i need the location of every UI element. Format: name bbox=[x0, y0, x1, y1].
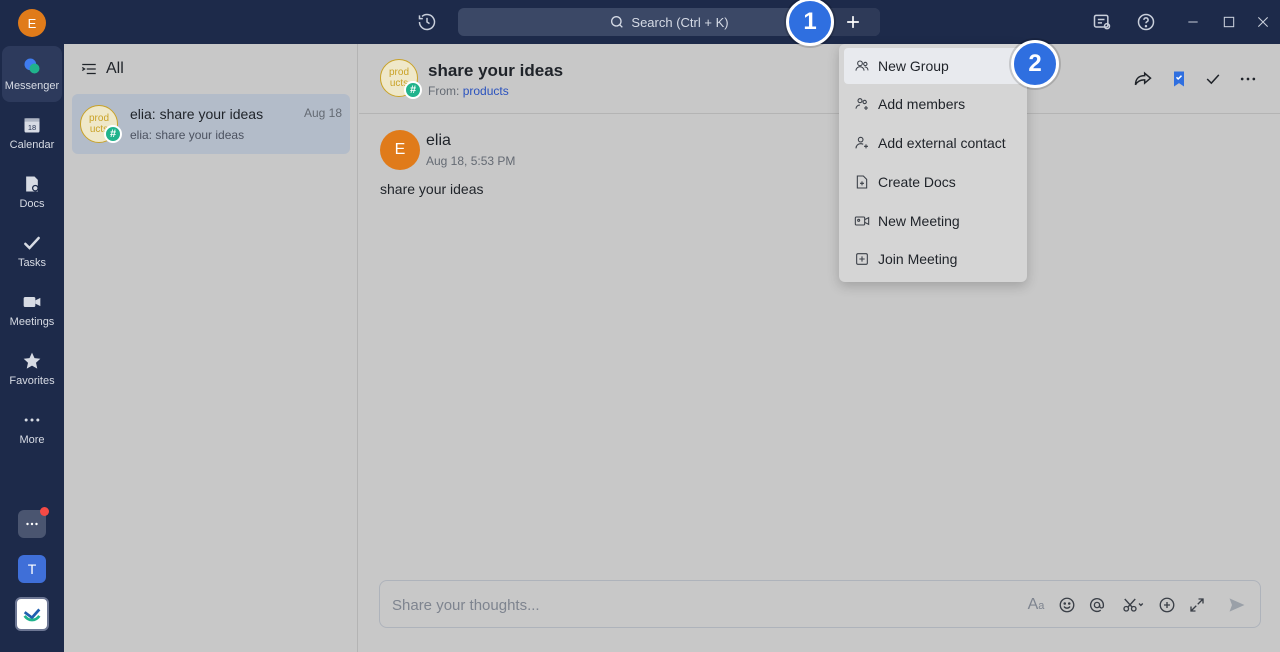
share-icon[interactable] bbox=[1132, 68, 1154, 90]
menu-item-label: Add external contact bbox=[878, 135, 1006, 151]
menu-item-label: New Group bbox=[878, 58, 949, 74]
history-icon[interactable] bbox=[415, 10, 439, 34]
chat-title: elia: share your ideas bbox=[130, 106, 264, 122]
menu-item-new-group[interactable]: New Group bbox=[844, 48, 1022, 84]
mention-icon[interactable] bbox=[1086, 594, 1108, 616]
more-dots-icon bbox=[26, 522, 38, 526]
step-badge-2: 2 bbox=[1011, 40, 1059, 88]
add-contact-icon bbox=[855, 136, 868, 149]
sender-avatar[interactable]: E bbox=[380, 130, 420, 170]
rail-label: Tasks bbox=[17, 257, 47, 269]
rail-item-messenger[interactable]: Messenger bbox=[2, 46, 62, 102]
rail-label: Messenger bbox=[4, 80, 60, 92]
rail-item-calendar[interactable]: 18 Calendar bbox=[2, 105, 62, 161]
hash-icon: # bbox=[404, 81, 422, 99]
hash-icon: # bbox=[104, 125, 122, 143]
chat-preview: elia: share your ideas bbox=[130, 128, 245, 142]
format-text-icon[interactable]: Aa bbox=[1025, 594, 1047, 616]
calendar-icon: 18 bbox=[24, 118, 40, 133]
menu-item-join-meeting[interactable]: Join Meeting bbox=[844, 241, 1022, 277]
rail-item-favorites[interactable]: Favorites bbox=[2, 341, 62, 397]
svg-text:18: 18 bbox=[28, 123, 36, 132]
filter-icon bbox=[81, 63, 96, 75]
rail-item-docs[interactable]: Docs bbox=[2, 164, 62, 220]
close-icon[interactable] bbox=[1251, 10, 1275, 34]
workspace-avatar[interactable]: T bbox=[18, 555, 46, 583]
inbox-icon[interactable] bbox=[1090, 10, 1114, 34]
expand-icon[interactable] bbox=[1186, 594, 1208, 616]
chat-title: share your ideas bbox=[428, 61, 564, 80]
plus-icon[interactable] bbox=[841, 10, 865, 34]
menu-item-add-members[interactable]: Add members bbox=[844, 86, 1022, 122]
message-text: share your ideas bbox=[380, 181, 484, 197]
from-label: From: bbox=[428, 84, 460, 98]
title-bar: E Search (Ctrl + K) bbox=[0, 0, 1280, 44]
more-options-icon[interactable] bbox=[1237, 68, 1259, 90]
rail-item-tasks[interactable]: Tasks bbox=[2, 223, 62, 279]
rail-label: Docs bbox=[19, 198, 45, 210]
message-time: Aug 18, 5:53 PM bbox=[426, 154, 516, 168]
emoji-icon[interactable] bbox=[1056, 594, 1078, 616]
check-icon[interactable] bbox=[1202, 68, 1224, 90]
chat-main: prod ucts # share your ideas From: produ… bbox=[359, 44, 1280, 652]
user-avatar[interactable]: E bbox=[18, 9, 46, 37]
join-meeting-icon bbox=[856, 253, 868, 265]
bookmark-icon[interactable] bbox=[1168, 68, 1190, 90]
video-icon bbox=[854, 216, 870, 226]
tasks-icon bbox=[24, 236, 40, 250]
rail-item-meetings[interactable]: Meetings bbox=[2, 282, 62, 338]
app-logo[interactable] bbox=[15, 597, 49, 631]
nav-rail: Messenger 18 Calendar Docs Tasks Meeting… bbox=[0, 44, 64, 652]
create-docs-icon bbox=[856, 175, 868, 189]
search-placeholder: Search (Ctrl + K) bbox=[631, 14, 729, 30]
chat-header: prod ucts # share your ideas From: produ… bbox=[359, 44, 1280, 114]
menu-item-label: Join Meeting bbox=[878, 251, 958, 267]
apps-button[interactable] bbox=[18, 507, 49, 538]
chat-list-panel: All prod ucts # elia: share your ideas A… bbox=[64, 44, 358, 652]
sender-name[interactable]: elia bbox=[426, 132, 451, 150]
menu-item-new-meeting[interactable]: New Meeting bbox=[844, 203, 1022, 239]
filter-all[interactable]: All bbox=[80, 60, 124, 78]
rail-label: Meetings bbox=[9, 316, 55, 328]
chat-date: Aug 18 bbox=[303, 106, 342, 120]
rail-label: Favorites bbox=[9, 375, 55, 387]
messenger-icon bbox=[24, 58, 40, 74]
menu-item-label: Add members bbox=[878, 96, 966, 112]
app-logo-icon bbox=[23, 608, 41, 622]
rail-label: More bbox=[19, 434, 45, 446]
message-input[interactable] bbox=[392, 593, 992, 617]
more-icon bbox=[24, 418, 40, 422]
chat-list-item[interactable]: prod ucts # elia: share your ideas Aug 1… bbox=[72, 94, 350, 154]
add-members-icon bbox=[855, 98, 868, 110]
source-link[interactable]: products bbox=[463, 84, 509, 98]
maximize-icon[interactable] bbox=[1217, 10, 1241, 34]
notification-dot bbox=[40, 507, 49, 516]
add-attachment-icon[interactable] bbox=[1156, 594, 1178, 616]
star-icon bbox=[23, 352, 41, 369]
send-icon[interactable] bbox=[1226, 594, 1248, 616]
filter-label: All bbox=[106, 60, 124, 77]
help-icon[interactable] bbox=[1134, 10, 1158, 34]
search-icon bbox=[611, 16, 624, 28]
group-icon bbox=[855, 60, 869, 71]
menu-item-label: Create Docs bbox=[878, 174, 956, 190]
screenshot-icon[interactable] bbox=[1118, 594, 1148, 616]
create-menu: New Group Add members Add external conta… bbox=[839, 44, 1027, 282]
rail-item-more[interactable]: More bbox=[2, 400, 62, 456]
chat-source: From: products bbox=[428, 84, 509, 98]
menu-item-create-docs[interactable]: Create Docs bbox=[844, 164, 1022, 200]
message-composer[interactable]: Aa bbox=[379, 580, 1261, 628]
step-badge-1: 1 bbox=[786, 0, 834, 46]
minimize-icon[interactable] bbox=[1181, 10, 1205, 34]
menu-item-add-external-contact[interactable]: Add external contact bbox=[844, 125, 1022, 161]
menu-item-label: New Meeting bbox=[878, 213, 960, 229]
docs-icon bbox=[26, 176, 39, 192]
rail-label: Calendar bbox=[9, 139, 55, 151]
meetings-icon bbox=[23, 297, 41, 307]
